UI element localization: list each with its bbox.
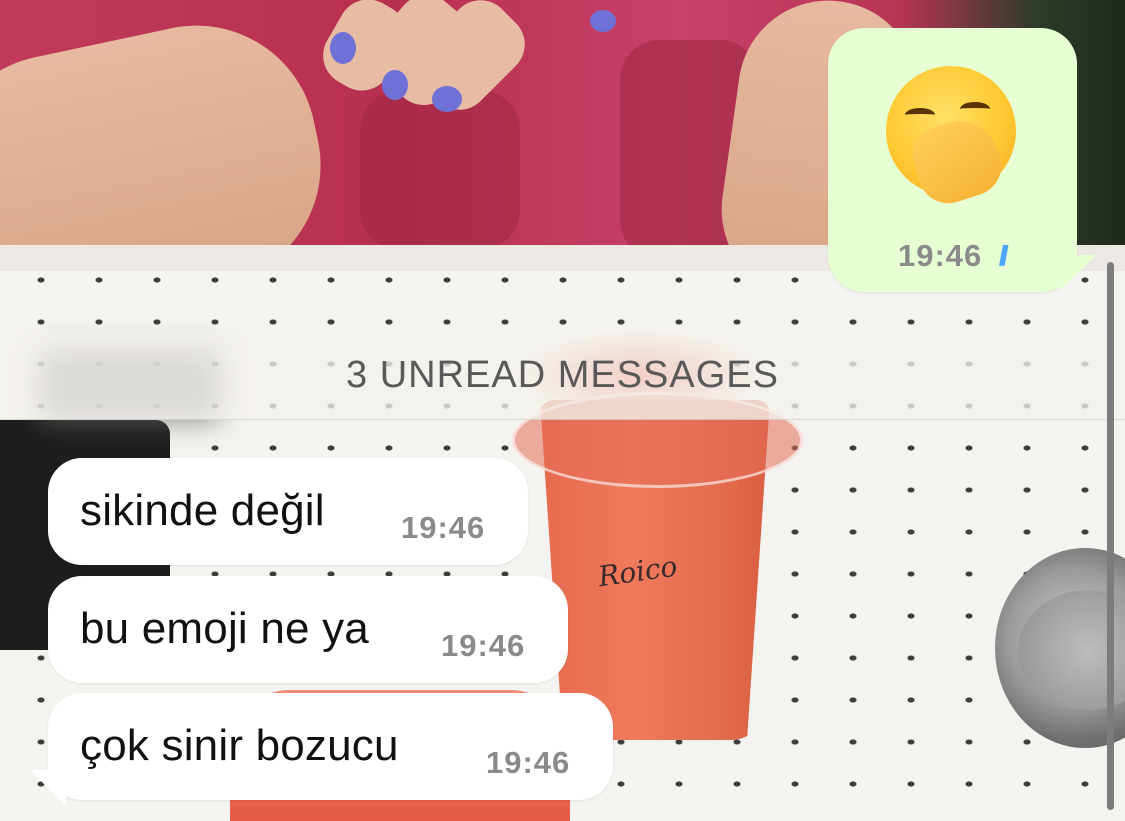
- wallpaper-nail: [432, 86, 462, 112]
- unread-messages-banner: 3 UNREAD MESSAGES: [0, 331, 1125, 420]
- wallpaper-nail: [382, 70, 408, 100]
- wallpaper-nail: [330, 32, 356, 64]
- wallpaper-shirt-fold: [360, 90, 520, 250]
- incoming-bubble-tail: [30, 770, 66, 806]
- emoji-eye-right: [960, 102, 990, 116]
- incoming-message-time: 19:46: [441, 628, 526, 663]
- outgoing-bubble-tail: [1060, 255, 1096, 291]
- unread-messages-label: 3 UNREAD MESSAGES: [346, 353, 779, 396]
- emoji-eye-left: [905, 108, 935, 122]
- wallpaper-nail: [590, 10, 616, 32]
- incoming-message-text: bu emoji ne ya: [80, 604, 369, 653]
- incoming-message-text: sikinde değil: [80, 486, 325, 535]
- chat-scrollbar[interactable]: [1107, 262, 1114, 810]
- incoming-message-time: 19:46: [486, 745, 571, 780]
- incoming-message-time: 19:46: [401, 510, 486, 545]
- incoming-message-text: çok sinir bozucu: [80, 721, 399, 770]
- outgoing-message-time: 19:46: [898, 238, 983, 273]
